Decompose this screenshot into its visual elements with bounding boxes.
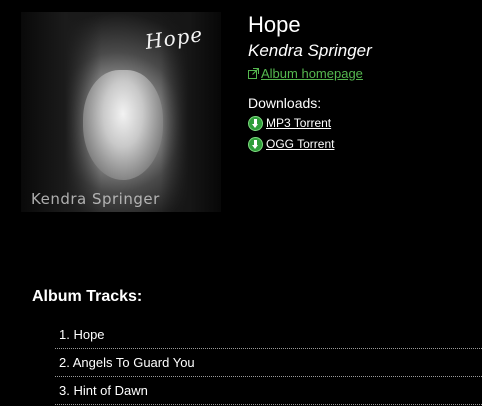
album-cover-image: Hope Kendra Springer: [21, 12, 221, 212]
album-title: Hope: [248, 12, 301, 37]
mp3-torrent-link[interactable]: MP3 Torrent: [266, 116, 331, 130]
cover-artist-print: Kendra Springer: [31, 190, 160, 208]
track-list: 1. Hope 2. Angels To Guard You 3. Hint o…: [55, 322, 482, 405]
album-tracks-heading: Album Tracks:: [32, 288, 143, 305]
external-link-icon: [248, 67, 259, 79]
downloads-label: Downloads:: [248, 95, 322, 111]
track-item[interactable]: 2. Angels To Guard You: [55, 350, 482, 377]
album-info: Hope Kendra Springer Album homepage Down…: [248, 12, 478, 154]
track-item[interactable]: 3. Hint of Dawn: [55, 378, 482, 405]
track-item[interactable]: 1. Hope: [55, 322, 482, 349]
cover-face-highlight: [83, 70, 163, 180]
album-artist: Kendra Springer: [248, 41, 372, 60]
album-homepage-link[interactable]: Album homepage: [261, 66, 363, 81]
download-arrow-icon[interactable]: [248, 115, 263, 131]
download-mp3-row: MP3 Torrent: [248, 113, 478, 133]
album-homepage-row: Album homepage: [248, 65, 478, 81]
download-arrow-icon[interactable]: [248, 136, 263, 152]
ogg-torrent-link[interactable]: OGG Torrent: [266, 137, 334, 151]
download-ogg-row: OGG Torrent: [248, 134, 478, 154]
